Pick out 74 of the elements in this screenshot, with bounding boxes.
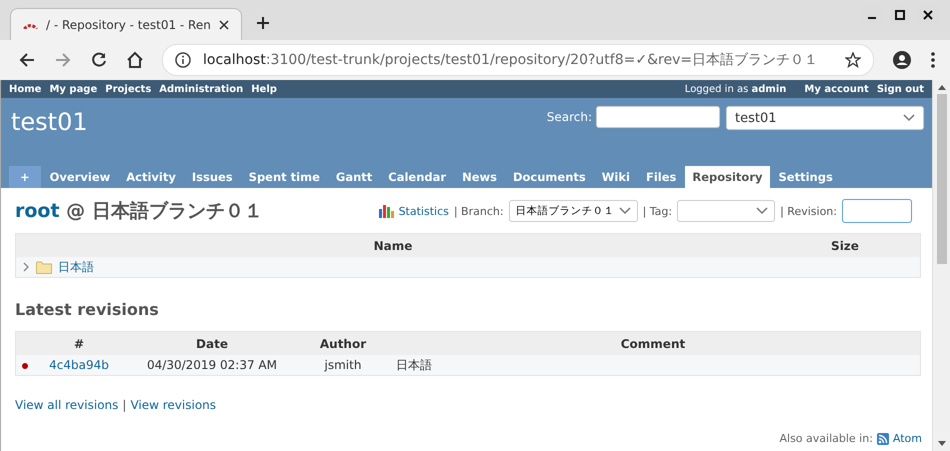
logged-in-text: Logged in as admin [684, 84, 786, 94]
account-menu-link[interactable]: My account [804, 84, 869, 94]
project-tab[interactable]: News [455, 166, 504, 188]
revision-label: | Revision: [780, 204, 837, 218]
project-title: test01 [11, 108, 88, 136]
column-header: # [34, 332, 124, 355]
tag-label: | Tag: [642, 204, 672, 218]
view-all-revisions-link[interactable]: View all revisions [15, 398, 118, 412]
also-available-text: Also available in: [779, 432, 873, 445]
search-label: Search: [546, 110, 592, 124]
table-cell: 日本語 [396, 358, 432, 372]
repository-title: root @ 日本語ブランチ０１ [15, 199, 263, 224]
address-bar[interactable]: localhost:3100/test-trunk/projects/test01/repository/20?utf8=✓&rev=日本語ブランチ０１ [162, 44, 874, 76]
column-header: Size [770, 234, 920, 257]
top-menu-link[interactable]: Home [9, 84, 42, 94]
search-field[interactable] [596, 106, 720, 128]
account-icon[interactable] [892, 50, 912, 70]
top-menu-link[interactable]: Administration [159, 84, 244, 94]
home-icon[interactable] [126, 51, 144, 69]
bullet-icon [22, 363, 28, 369]
account-menu-link[interactable]: Sign out [876, 84, 924, 94]
new-tab-icon[interactable] [256, 16, 270, 30]
folder-link[interactable]: 日本語 [58, 258, 94, 276]
close-icon[interactable] [219, 20, 229, 30]
tab-title: / - Repository - test01 - Ren [46, 18, 211, 32]
branch-select[interactable]: 日本語ブランチ０１ [508, 200, 638, 222]
feed-icon [876, 432, 889, 444]
column-header: Name [16, 234, 770, 257]
scroll-up-icon[interactable] [938, 84, 946, 90]
statistics-link[interactable]: Statistics [398, 204, 449, 218]
chevron-down-icon [903, 114, 915, 122]
project-tab[interactable]: Gantt [328, 166, 380, 188]
project-tab[interactable]: Repository [685, 166, 770, 188]
view-revisions-link[interactable]: View revisions [130, 398, 216, 412]
project-tab[interactable]: Activity [119, 166, 183, 188]
column-header: Comment [386, 332, 920, 355]
forward-icon[interactable] [54, 51, 72, 69]
revision-field[interactable] [842, 199, 912, 223]
column-header: Author [300, 332, 386, 355]
table-cell: jsmith [324, 358, 362, 372]
branch-label: | Branch: [454, 204, 504, 218]
info-icon [175, 52, 191, 68]
bar-chart-icon [378, 204, 394, 218]
project-tab[interactable]: Files [638, 166, 684, 188]
reload-icon[interactable] [90, 51, 108, 69]
menu-icon[interactable] [930, 52, 936, 68]
top-menu-link[interactable]: My page [49, 84, 98, 94]
scrollbar-track[interactable] [932, 80, 950, 451]
star-icon[interactable] [845, 52, 861, 68]
project-tab[interactable]: Spent time [242, 166, 327, 188]
folder-icon [36, 260, 52, 274]
expander-icon[interactable] [22, 262, 30, 272]
browser-tab[interactable]: / - Repository - test01 - Ren [10, 8, 242, 40]
separator-text: | [122, 398, 126, 412]
atom-link[interactable]: Atom [892, 432, 922, 445]
column-header: Date [124, 332, 300, 355]
project-tab[interactable]: Issues [184, 166, 240, 188]
project-select[interactable]: test01 [726, 106, 924, 130]
url-text: localhost:3100/test-trunk/projects/test01/repository/20?utf8=✓&rev=日本語ブランチ０１ [203, 51, 820, 69]
root-link[interactable]: root [15, 200, 60, 222]
scrollbar-thumb[interactable] [936, 94, 946, 264]
project-tab[interactable]: Overview [42, 166, 118, 188]
project-tab[interactable]: Calendar [381, 166, 454, 188]
project-tab[interactable]: Settings [772, 166, 840, 188]
table-cell: 04/30/2019 02:37 AM [147, 358, 277, 372]
chevron-down-icon [618, 207, 631, 215]
project-tab[interactable]: Wiki [594, 166, 637, 188]
top-menu-link[interactable]: Help [251, 84, 277, 94]
back-icon[interactable] [18, 51, 36, 69]
scroll-down-icon[interactable] [938, 441, 946, 447]
section-title: Latest revisions [15, 300, 160, 319]
project-tab[interactable]: Documents [506, 166, 593, 188]
top-menu-link[interactable]: Projects [105, 84, 152, 94]
chevron-down-icon [756, 207, 768, 215]
